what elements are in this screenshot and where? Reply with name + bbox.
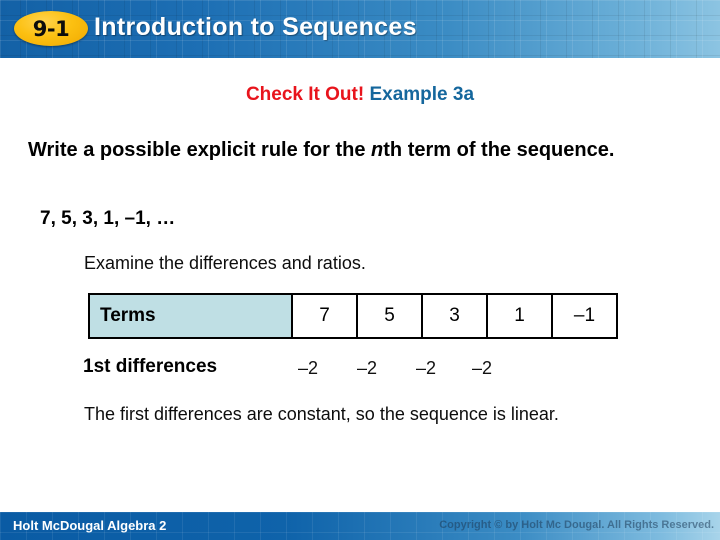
- term-value-cell: 1: [486, 293, 553, 339]
- difference-value: –2: [471, 358, 493, 378]
- lesson-number-badge: 9-1: [14, 11, 88, 46]
- difference-value: –2: [297, 358, 319, 378]
- lesson-number-label: 9-1: [32, 16, 70, 41]
- check-it-out-callout: Check It Out!: [245, 84, 365, 105]
- term-value-cell: 5: [356, 293, 423, 339]
- problem-statement-part2: th term of the sequence.: [383, 139, 615, 161]
- first-differences-row: 1st differences –2 –2 –2 –2: [0, 354, 720, 384]
- problem-statement-part1: Write a possible explicit rule for the: [28, 139, 372, 161]
- slide-content-area: Check It Out! Example 3a Write a possibl…: [0, 58, 720, 512]
- terms-row-label: Terms: [88, 293, 293, 339]
- footer-copyright: Copyright © by Holt Mc Dougal. All Right…: [439, 519, 714, 531]
- example-heading: Check It Out! Example 3a: [0, 84, 720, 106]
- lesson-title: Introduction to Sequences: [94, 13, 417, 41]
- conclusion-text: The first differences are constant, so t…: [84, 404, 559, 424]
- first-differences-label: 1st differences: [83, 356, 218, 377]
- footer-book-title: Holt McDougal Algebra 2: [13, 518, 167, 533]
- slide-footer-bar: Holt McDougal Algebra 2 Copyright © by H…: [0, 512, 720, 540]
- table-row: Terms 7 5 3 1 –1: [88, 293, 618, 339]
- problem-statement-variable: n: [371, 139, 384, 161]
- problem-statement: Write a possible explicit rule for the n…: [28, 138, 658, 164]
- term-value-cell: 7: [291, 293, 358, 339]
- slide-header-bar: 9-1 Introduction to Sequences: [0, 0, 720, 58]
- term-value-cell: –1: [551, 293, 618, 339]
- difference-value: –2: [356, 358, 378, 378]
- examine-instruction: Examine the differences and ratios.: [84, 253, 366, 273]
- example-number-label: Example 3a: [369, 84, 475, 105]
- term-value-cell: 3: [421, 293, 488, 339]
- given-sequence: 7, 5, 3, 1, –1, …: [40, 208, 176, 229]
- difference-value: –2: [415, 358, 437, 378]
- terms-table: Terms 7 5 3 1 –1: [88, 293, 618, 339]
